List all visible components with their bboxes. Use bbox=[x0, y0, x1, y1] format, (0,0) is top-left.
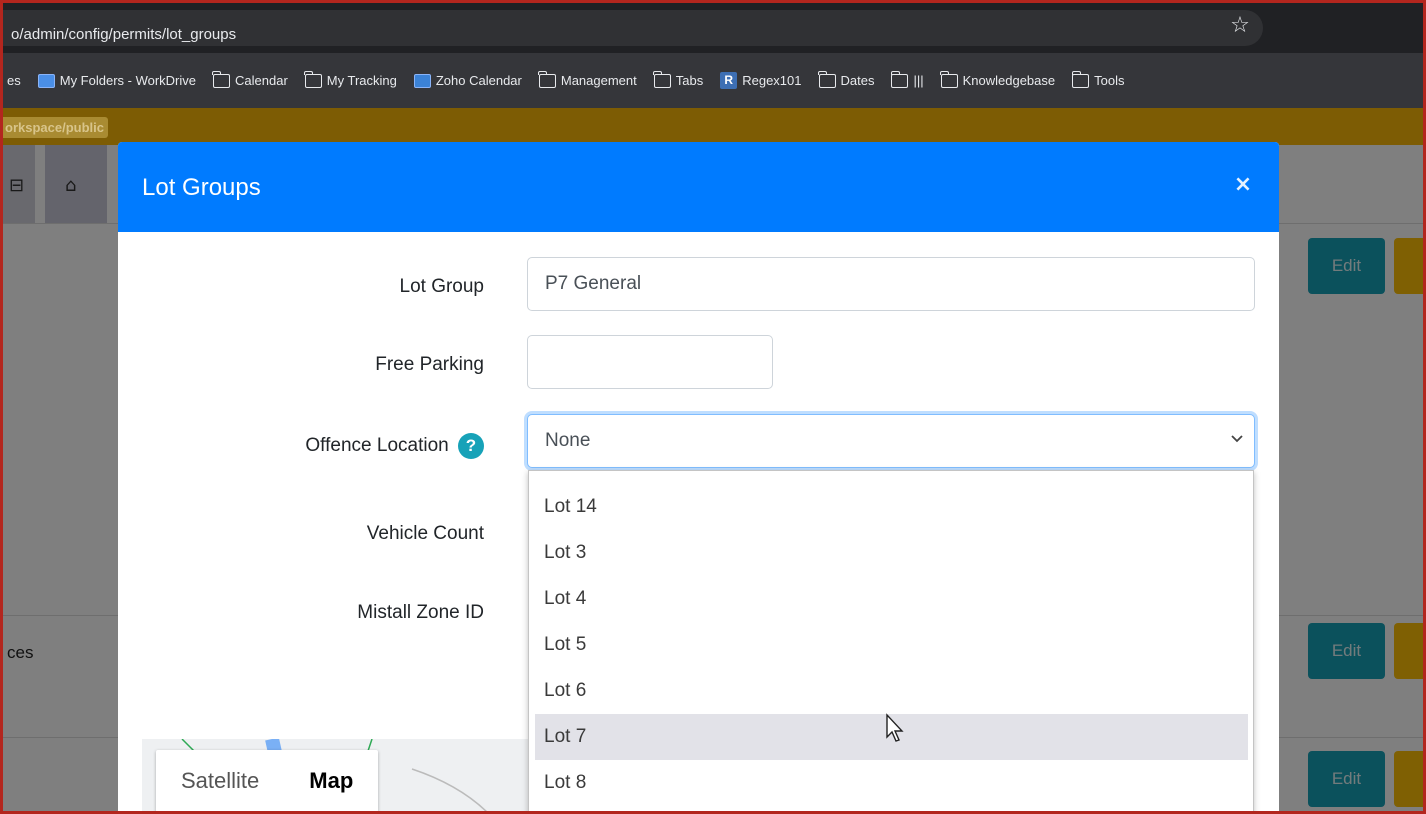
bookmark-item[interactable]: Knowledgebase bbox=[940, 70, 1056, 88]
address-bar: o/admin/config/permits/lot_groups ☆ bbox=[3, 3, 1423, 53]
mistall-zone-label: Mistall Zone ID bbox=[357, 602, 484, 623]
mouse-cursor-icon bbox=[886, 713, 904, 742]
bookmark-label: Calendar bbox=[235, 73, 288, 88]
help-icon[interactable]: ? bbox=[458, 433, 484, 459]
offence-location-label: Offence Location ? bbox=[234, 433, 484, 459]
dropdown-option[interactable]: Lot 4 bbox=[535, 576, 1248, 622]
dropdown-option[interactable]: Lot 6 bbox=[535, 668, 1248, 714]
modal-title: Lot Groups bbox=[142, 174, 261, 201]
folder-icon bbox=[890, 70, 909, 88]
offence-location-label-text: Offence Location bbox=[305, 435, 449, 457]
bookmark-item[interactable]: Zoho Calendar bbox=[413, 73, 522, 88]
bookmark-item[interactable]: Tabs bbox=[653, 70, 704, 88]
calendar-icon bbox=[413, 73, 431, 88]
vehicle-count-label: Vehicle Count bbox=[366, 523, 484, 544]
offence-location-dropdown: Lot 14 Lot 3 Lot 4 Lot 5 Lot 6 Lot 7 Lot… bbox=[528, 470, 1254, 811]
bookmark-item[interactable]: My Tracking bbox=[304, 70, 397, 88]
folder-icon bbox=[940, 70, 958, 88]
map-toggle[interactable]: Map bbox=[284, 750, 378, 811]
url-text[interactable]: o/admin/config/permits/lot_groups bbox=[11, 26, 236, 43]
bookmark-item[interactable]: R Regex101 bbox=[720, 72, 802, 89]
close-icon[interactable]: × bbox=[1230, 172, 1256, 198]
bookmark-item[interactable]: Management bbox=[538, 70, 637, 88]
free-parking-label: Free Parking bbox=[375, 354, 484, 375]
folder-icon bbox=[653, 70, 671, 88]
bookmark-item[interactable]: Dates bbox=[817, 70, 875, 88]
bookmark-star-icon[interactable]: ☆ bbox=[1227, 13, 1253, 39]
chevron-down-icon bbox=[1231, 435, 1243, 443]
folder-icon bbox=[538, 70, 556, 88]
url-field[interactable]: o/admin/config/permits/lot_groups bbox=[3, 10, 1263, 46]
bookmark-item[interactable]: Tools bbox=[1071, 70, 1125, 88]
dropdown-option[interactable]: Lot 8 bbox=[535, 760, 1248, 806]
lot-group-input[interactable]: P7 General bbox=[527, 257, 1255, 311]
regex-icon: R bbox=[720, 72, 738, 89]
folder-icon bbox=[817, 70, 836, 88]
bookmark-label: Zoho Calendar bbox=[435, 73, 522, 88]
offence-location-select[interactable]: None bbox=[527, 414, 1255, 468]
bookmark-label: es bbox=[7, 73, 21, 88]
bookmark-label: Tabs bbox=[675, 73, 704, 88]
folder-icon bbox=[304, 70, 322, 88]
bookmark-label: My Folders - WorkDrive bbox=[59, 73, 197, 88]
folder-icon bbox=[1071, 70, 1090, 88]
bookmark-item[interactable]: ||| bbox=[890, 70, 924, 88]
environment-tag: orkspace/public bbox=[3, 117, 108, 138]
bookmark-label: My Tracking bbox=[326, 73, 397, 88]
satellite-toggle[interactable]: Satellite bbox=[156, 750, 284, 811]
workdrive-icon bbox=[37, 73, 55, 88]
bookmark-label: Management bbox=[560, 73, 637, 88]
bookmark-label: Dates bbox=[840, 73, 875, 88]
bookmark-label: ||| bbox=[913, 73, 924, 88]
bookmark-item[interactable]: Calendar bbox=[212, 70, 288, 88]
bookmarks-bar: es My Folders - WorkDrive Calendar My Tr… bbox=[3, 53, 1423, 108]
bookmark-label: Regex101 bbox=[742, 73, 802, 88]
free-parking-input[interactable] bbox=[527, 335, 773, 389]
environment-bar: orkspace/public bbox=[3, 108, 1423, 145]
dropdown-option[interactable]: Lot 14 bbox=[535, 484, 1248, 530]
bookmark-item[interactable]: My Folders - WorkDrive bbox=[37, 73, 197, 88]
lot-group-label: Lot Group bbox=[399, 276, 485, 297]
offence-location-value: None bbox=[545, 430, 591, 451]
dropdown-option[interactable]: Lot 3 bbox=[535, 530, 1248, 576]
dropdown-option[interactable]: Lot 5 bbox=[535, 622, 1248, 668]
map-type-toggle: Satellite Map bbox=[156, 750, 379, 811]
modal-header: Lot Groups × bbox=[118, 142, 1279, 232]
bookmark-item[interactable]: es bbox=[7, 73, 21, 88]
bookmark-label: Knowledgebase bbox=[962, 73, 1056, 88]
bookmark-label: Tools bbox=[1094, 73, 1125, 88]
screen-frame: o/admin/config/permits/lot_groups ☆ es M… bbox=[0, 0, 1426, 814]
lot-group-value: P7 General bbox=[545, 273, 642, 294]
folder-icon bbox=[212, 70, 231, 88]
